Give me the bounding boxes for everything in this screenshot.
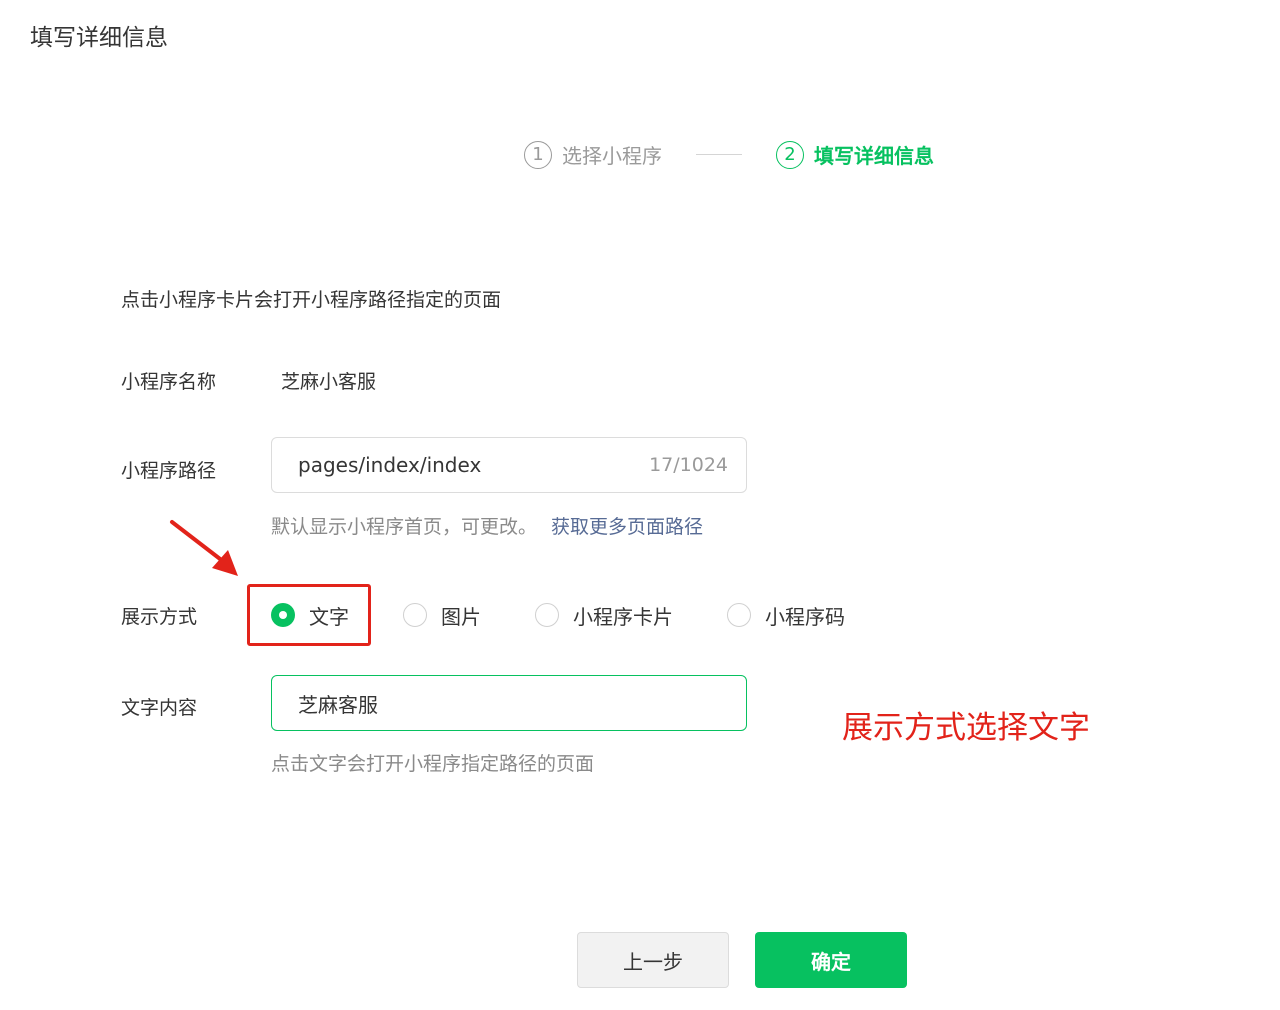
step-indicator: 1 选择小程序 2 填写详细信息 (524, 140, 934, 169)
name-label: 小程序名称 (121, 371, 217, 393)
radio-code-label: 小程序码 (765, 604, 845, 629)
path-hint-text: 默认显示小程序首页，可更改。 (271, 516, 538, 538)
path-input-value[interactable]: pages/index/index (298, 453, 649, 477)
radio-card-label: 小程序卡片 (573, 604, 673, 629)
step-2-number: 2 (776, 140, 804, 169)
display-label: 展示方式 (121, 606, 198, 628)
radio-unchecked-icon[interactable] (727, 603, 751, 627)
radio-text-label: 文字 (309, 604, 349, 629)
text-content-label: 文字内容 (121, 697, 198, 719)
confirm-button[interactable]: 确定 (755, 932, 907, 988)
radio-unchecked-icon[interactable] (403, 603, 427, 627)
radio-text[interactable]: 文字 (271, 601, 349, 630)
radio-code[interactable]: 小程序码 (727, 601, 845, 630)
more-paths-link[interactable]: 获取更多页面路径 (551, 516, 703, 538)
path-char-count: 17/1024 (649, 454, 728, 476)
step-2-label: 填写详细信息 (814, 144, 934, 168)
radio-card[interactable]: 小程序卡片 (535, 601, 673, 630)
annotation-text: 展示方式选择文字 (842, 710, 1090, 746)
path-hint: 默认显示小程序首页，可更改。 获取更多页面路径 (271, 512, 703, 539)
step-select-miniprogram: 1 选择小程序 (524, 140, 662, 169)
name-value: 芝麻小客服 (281, 371, 377, 393)
radio-image-label: 图片 (441, 604, 481, 629)
form-intro: 点击小程序卡片会打开小程序路径指定的页面 (121, 289, 502, 311)
prev-step-button[interactable]: 上一步 (577, 932, 729, 988)
text-content-hint: 点击文字会打开小程序指定路径的页面 (271, 753, 595, 775)
path-input[interactable]: pages/index/index 17/1024 (271, 437, 747, 493)
step-fill-details: 2 填写详细信息 (776, 140, 934, 169)
radio-image[interactable]: 图片 (403, 601, 481, 630)
text-content-input[interactable]: 芝麻客服 (271, 675, 747, 731)
display-mode-radio-group: 文字 图片 小程序卡片 小程序码 (249, 585, 845, 645)
step-divider (696, 154, 742, 155)
radio-checked-icon[interactable] (271, 603, 295, 627)
path-label: 小程序路径 (121, 460, 217, 482)
radio-unchecked-icon[interactable] (535, 603, 559, 627)
step-1-number: 1 (524, 140, 552, 169)
text-content-value[interactable]: 芝麻客服 (298, 689, 378, 718)
step-1-label: 选择小程序 (562, 144, 662, 168)
page-title: 填写详细信息 (30, 25, 168, 51)
red-arrow-icon (170, 520, 238, 576)
